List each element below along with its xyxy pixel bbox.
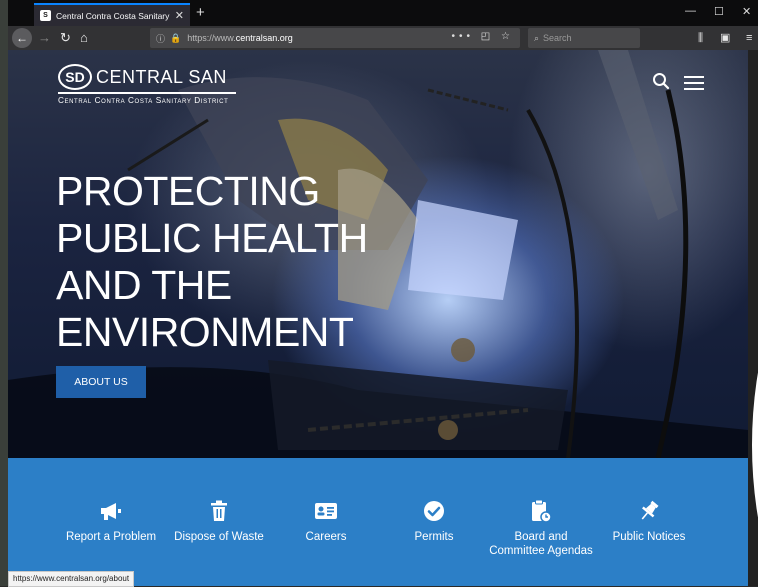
tile-label: Board and Committee Agendas [489,531,593,557]
site-favicon-icon: S [40,10,51,21]
adjacent-window-edge [752,372,758,518]
tile-label: Public Notices [612,531,686,543]
logo-underline [58,92,236,94]
new-tab-icon[interactable]: + [196,4,205,21]
home-icon[interactable]: ⌂ [80,29,88,47]
address-text: https://www.centralsan.org [187,33,293,43]
browser-toolbar: ← → ↻ ⌂ ⓘ 🔒 https://www.centralsan.org •… [8,26,758,50]
site-logo[interactable]: SD CENTRAL SAN Central Contra Costa Sani… [58,64,236,105]
tab-title: Central Contra Costa Sanitary D [56,10,170,21]
hamburger-menu-icon[interactable] [684,76,704,90]
id-card-icon [271,498,381,524]
close-tab-icon[interactable]: ✕ [175,9,184,22]
link-status-bar: https://www.centralsan.org/about [8,571,135,587]
forward-arrow-icon[interactable]: → [38,29,51,47]
sidebar-icon[interactable]: ▣ [720,29,730,47]
web-page: SD CENTRAL SAN Central Contra Costa Sani… [8,50,748,586]
hero-headline: PROTECTING PUBLIC HEALTH AND THE ENVIRON… [56,168,416,356]
menu-icon[interactable]: ≡ [746,29,752,47]
headline-line: PROTECTING [56,168,320,214]
back-arrow-icon[interactable]: ← [12,28,32,48]
trash-icon [164,498,274,524]
desktop-background-left [0,0,8,586]
minimize-window-icon[interactable]: — [685,5,696,17]
tile-board-and-committee-agendas[interactable]: Board and Committee Agendas [486,498,596,558]
tile-public-notices[interactable]: Public Notices [594,498,704,544]
page-info-icon[interactable]: ⓘ [156,32,165,45]
about-us-button[interactable]: ABOUT US [56,366,146,398]
headline-line: PUBLIC HEALTH [56,215,368,261]
logo-name: CENTRAL SAN [96,66,227,87]
tile-label: Report a Problem [65,531,157,543]
logo-subtitle: Central Contra Costa Sanitary District [58,96,229,105]
headline-line: AND THE [56,262,232,308]
check-circle-icon [379,498,489,524]
search-icon: ⌕ [534,32,540,43]
tile-permits[interactable]: Permits [379,498,489,544]
clipboard-icon [486,498,596,524]
tile-careers[interactable]: Careers [271,498,381,544]
search-icon[interactable] [652,72,670,90]
reload-icon[interactable]: ↻ [60,29,71,47]
tile-label: Dispose of Waste [174,531,264,543]
tile-label: Permits [414,531,454,543]
tile-label: Careers [305,531,347,543]
quick-links-band: Report a Problem Dispose of Waste Career… [8,458,748,586]
megaphone-icon [56,498,166,524]
browser-tab-active[interactable]: S Central Contra Costa Sanitary D ✕ [34,3,190,26]
logo-mark-icon: SD [58,64,92,90]
tile-report-a-problem[interactable]: Report a Problem [56,498,166,544]
tile-dispose-of-waste[interactable]: Dispose of Waste [164,498,274,544]
pushpin-icon [594,498,704,524]
page-actions-icons[interactable]: ••• ◰ ☆ [452,31,514,42]
search-field[interactable]: ⌕ Search [528,28,640,48]
search-placeholder: Search [543,33,572,43]
address-bar[interactable]: ⓘ 🔒 https://www.centralsan.org ••• ◰ ☆ [150,28,520,48]
hero-banner: SD CENTRAL SAN Central Contra Costa Sani… [8,50,748,458]
browser-tab-bar: S Central Contra Costa Sanitary D ✕ + — … [8,0,758,26]
close-window-icon[interactable]: ✕ [742,5,751,18]
maximize-window-icon[interactable]: ☐ [714,5,724,18]
headline-line: ENVIRONMENT [56,309,354,355]
secure-lock-icon: 🔒 [170,32,182,43]
library-icon[interactable]: ⫼ [698,29,703,47]
